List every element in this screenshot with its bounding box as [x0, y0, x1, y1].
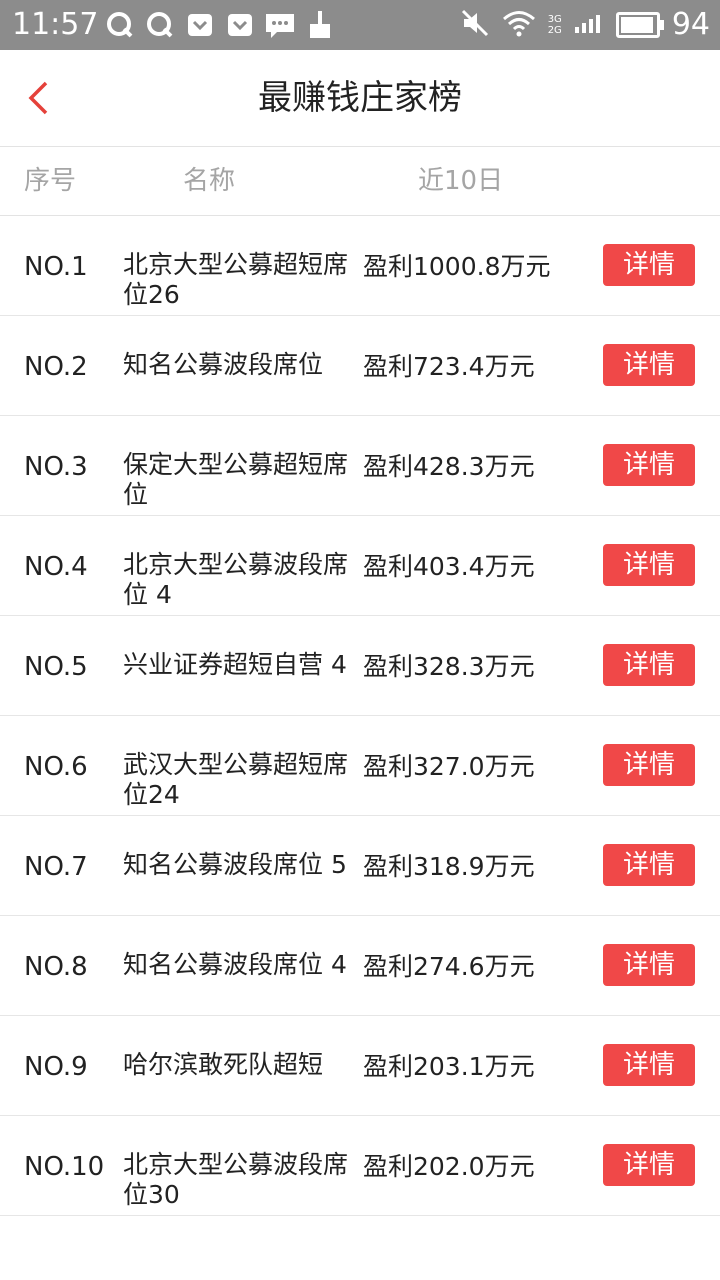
- detail-button[interactable]: 详情: [603, 244, 695, 286]
- profit-value: 盈利403.4万元: [363, 552, 535, 581]
- detail-button[interactable]: 详情: [603, 744, 695, 786]
- profit-value: 盈利328.3万元: [363, 652, 535, 681]
- profit-value: 盈利723.4万元: [363, 352, 535, 381]
- list-item: NO.4 北京大型公募波段席位 4 盈利403.4万元 详情: [0, 516, 720, 616]
- status-bar: 11:57 3G 2G 94: [0, 0, 720, 50]
- ranking-list: NO.1 北京大型公募超短席位26 盈利1000.8万元 详情 NO.2 知名公…: [0, 216, 720, 1216]
- signal-label-3g: 3G: [547, 14, 562, 25]
- list-item: NO.10 北京大型公募波段席位30 盈利202.0万元 详情: [0, 1116, 720, 1216]
- detail-button[interactable]: 详情: [603, 1144, 695, 1186]
- pocket-icon: [224, 9, 256, 41]
- pocket-icon: [184, 9, 216, 41]
- back-chevron-icon: [28, 81, 48, 115]
- column-rank: 序号: [24, 166, 77, 196]
- rank-label: NO.3: [24, 452, 88, 482]
- profit-value: 盈利1000.8万元: [363, 252, 551, 281]
- mute-icon: [460, 8, 490, 42]
- profit-value: 盈利203.1万元: [363, 1052, 535, 1081]
- page-title: 最赚钱庄家榜: [258, 78, 462, 118]
- column-profit: 近10日: [418, 166, 504, 196]
- rank-label: NO.2: [24, 352, 88, 382]
- seat-name: 北京大型公募超短席位26: [123, 250, 349, 309]
- battery-icon: [615, 12, 664, 38]
- q-app-icon: [104, 9, 136, 41]
- list-item: NO.9 哈尔滨敢死队超短 盈利203.1万元 详情: [0, 1016, 720, 1116]
- detail-button[interactable]: 详情: [603, 1044, 695, 1086]
- battery-level: 94: [671, 7, 710, 42]
- signal-label-2g: 2G: [547, 25, 562, 36]
- profit-value: 盈利327.0万元: [363, 752, 535, 781]
- list-item: NO.3 保定大型公募超短席位 盈利428.3万元 详情: [0, 416, 720, 516]
- seat-name: 哈尔滨敢死队超短: [123, 1050, 324, 1079]
- column-name: 名称: [183, 166, 236, 196]
- seat-name: 保定大型公募超短席位: [123, 450, 349, 509]
- detail-button[interactable]: 详情: [603, 844, 695, 886]
- status-right: 3G 2G 94: [460, 6, 710, 44]
- rank-label: NO.6: [24, 752, 88, 782]
- status-time: 11:57: [12, 7, 99, 42]
- detail-button[interactable]: 详情: [603, 344, 695, 386]
- list-item: NO.6 武汉大型公募超短席位24 盈利327.0万元 详情: [0, 716, 720, 816]
- rank-label: NO.10: [24, 1152, 105, 1182]
- seat-name: 知名公募波段席位 5: [123, 850, 347, 879]
- column-header: 序号 名称 近10日: [0, 147, 720, 216]
- seat-name: 知名公募波段席位: [123, 350, 324, 379]
- detail-button[interactable]: 详情: [603, 944, 695, 986]
- rank-label: NO.7: [24, 852, 88, 882]
- wifi-icon: [502, 9, 536, 41]
- seat-name: 北京大型公募波段席位 4: [123, 550, 349, 609]
- broom-icon: [304, 9, 336, 41]
- rank-label: NO.1: [24, 252, 88, 282]
- seat-name: 兴业证券超短自营 4: [123, 650, 347, 679]
- profit-value: 盈利318.9万元: [363, 852, 535, 881]
- list-item: NO.8 知名公募波段席位 4 盈利274.6万元 详情: [0, 916, 720, 1016]
- detail-button[interactable]: 详情: [603, 644, 695, 686]
- profit-value: 盈利274.6万元: [363, 952, 535, 981]
- message-icon: [264, 9, 296, 41]
- profit-value: 盈利202.0万元: [363, 1152, 535, 1181]
- signal-icon: 3G 2G: [548, 14, 562, 36]
- rank-label: NO.4: [24, 552, 88, 582]
- list-item: NO.2 知名公募波段席位 盈利723.4万元 详情: [0, 316, 720, 416]
- list-item: NO.5 兴业证券超短自营 4 盈利328.3万元 详情: [0, 616, 720, 716]
- rank-label: NO.5: [24, 652, 88, 682]
- profit-value: 盈利428.3万元: [363, 452, 535, 481]
- seat-name: 知名公募波段席位 4: [123, 950, 347, 979]
- seat-name: 北京大型公募波段席位30: [123, 1150, 349, 1209]
- rank-label: NO.9: [24, 1052, 88, 1082]
- back-button[interactable]: [18, 74, 58, 122]
- list-item: NO.1 北京大型公募超短席位26 盈利1000.8万元 详情: [0, 216, 720, 316]
- signal-bars-icon: [574, 11, 604, 39]
- rank-label: NO.8: [24, 952, 88, 982]
- title-bar: 最赚钱庄家榜: [0, 50, 720, 147]
- detail-button[interactable]: 详情: [603, 444, 695, 486]
- seat-name: 武汉大型公募超短席位24: [123, 750, 349, 809]
- q-app-icon: [144, 9, 176, 41]
- notification-icons: [104, 8, 336, 42]
- list-item: NO.7 知名公募波段席位 5 盈利318.9万元 详情: [0, 816, 720, 916]
- detail-button[interactable]: 详情: [603, 544, 695, 586]
